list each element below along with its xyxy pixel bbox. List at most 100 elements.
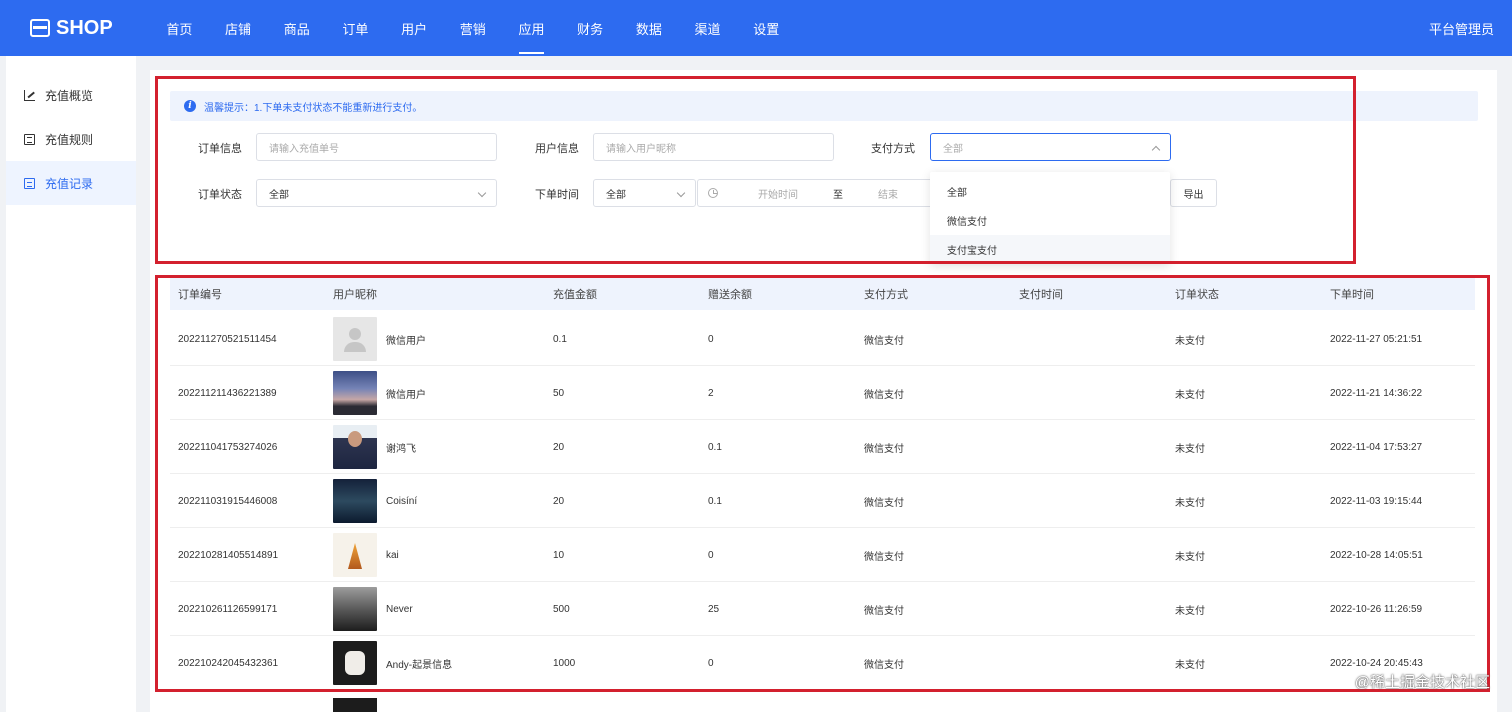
status-cell: 未支付	[1175, 335, 1205, 347]
pay-method-cell: 微信支付	[864, 551, 904, 563]
pay-method-select[interactable]: 全部	[930, 133, 1171, 161]
amount-cell: 1000	[553, 657, 576, 669]
pay-method-cell: 微信支付	[864, 605, 904, 617]
dropdown-option-alipay[interactable]: 支付宝支付	[930, 235, 1170, 264]
order-status-label: 订单状态	[198, 189, 242, 201]
nav-item-store[interactable]: 店铺	[209, 0, 268, 56]
column-header-pay-method[interactable]: 支付方式	[864, 278, 908, 310]
nav-item-marketing[interactable]: 营销	[443, 0, 502, 56]
nav-item-settings[interactable]: 设置	[737, 0, 796, 56]
avatar	[333, 479, 377, 523]
order-status-value: 全部	[269, 189, 289, 201]
order-no-cell: 202210261126599171	[178, 603, 278, 615]
column-header-pay-time[interactable]: 支付时间	[1019, 278, 1063, 310]
sidebar-item-recharge-overview[interactable]: 充值概览	[6, 73, 136, 117]
admin-user-menu[interactable]: 平台管理员	[1429, 0, 1494, 56]
status-cell: 未支付	[1175, 551, 1205, 563]
order-no-cell: 202211031915446008	[178, 495, 278, 507]
bonus-cell: 0.1	[708, 441, 722, 453]
amount-cell: 20	[553, 441, 565, 453]
order-time-range-select[interactable]: 全部	[593, 179, 696, 207]
watermark: @稀土掘金技术社区	[1354, 674, 1490, 691]
nav-item-finance[interactable]: 财务	[561, 0, 620, 56]
nav-item-products[interactable]: 商品	[267, 0, 326, 56]
top-header: SHOP 首页 店铺 商品 订单 用户 营销 应用 财务 数据 渠道 设置 平台…	[0, 0, 1512, 56]
column-header-order-no[interactable]: 订单编号	[178, 278, 222, 310]
amount-cell: 20	[553, 495, 565, 507]
info-icon: i	[184, 100, 196, 112]
start-time-placeholder: 开始时间	[758, 189, 798, 201]
avatar	[333, 317, 377, 361]
pay-method-dropdown: 全部 微信支付 支付宝支付	[930, 172, 1170, 264]
nav-item-channels[interactable]: 渠道	[678, 0, 737, 56]
avatar	[333, 587, 377, 631]
bonus-cell: 2	[708, 387, 714, 399]
nickname-text: kai	[386, 549, 399, 561]
column-header-status[interactable]: 订单状态	[1175, 278, 1219, 310]
status-cell: 未支付	[1175, 497, 1205, 509]
pay-method-cell: 微信支付	[864, 497, 904, 509]
table-header: 订单编号 用户昵称 充值金额 赠送余额 支付方式 支付时间 订单状态 下单时间	[170, 278, 1475, 310]
order-no-cell: 202211211436221389	[178, 387, 277, 399]
amount-cell: 50	[553, 387, 565, 399]
avatar	[333, 533, 377, 577]
tip-text: 温馨提示：1.下单未支付状态不能重新进行支付。	[204, 102, 423, 114]
table-row[interactable]: 202211031915446008 Coisíní 20 0.1 微信支付 未…	[170, 474, 1475, 528]
nav-item-orders[interactable]: 订单	[326, 0, 385, 56]
nickname-cell: 微信用户	[333, 366, 426, 420]
clock-icon	[708, 188, 718, 198]
pay-method-cell: 微信支付	[864, 389, 904, 401]
nickname-cell: Coisíní	[333, 474, 417, 528]
status-cell: 未支付	[1175, 389, 1205, 401]
nickname-cell: 谢鸿飞	[333, 420, 416, 474]
column-header-amount[interactable]: 充值金额	[553, 278, 597, 310]
dropdown-option-all[interactable]: 全部	[930, 177, 1170, 206]
order-no-cell: 202210242045432361	[178, 657, 279, 669]
nav-item-users[interactable]: 用户	[385, 0, 444, 56]
bonus-cell: 0.1	[708, 495, 722, 507]
table-row[interactable]: 202210281405514891 kai 10 0 微信支付 未支付 202…	[170, 528, 1475, 582]
table-row[interactable]: 202211041753274026 谢鸿飞 20 0.1 微信支付 未支付 2…	[170, 420, 1475, 474]
chevron-up-icon	[1151, 145, 1161, 155]
order-info-placeholder: 请输入充值单号	[269, 143, 339, 155]
date-range-picker[interactable]: 开始时间 至 结束	[697, 179, 937, 207]
bonus-cell: 0	[708, 657, 714, 669]
nav-item-apps[interactable]: 应用	[502, 0, 561, 56]
user-info-placeholder: 请输入用户昵称	[606, 143, 676, 155]
created-cell: 2022-11-21 14:36:22	[1330, 387, 1423, 399]
pay-method-cell: 微信支付	[864, 443, 904, 455]
column-header-bonus[interactable]: 赠送余额	[708, 278, 752, 310]
order-time-range-value: 全部	[606, 189, 626, 201]
dropdown-option-wechat[interactable]: 微信支付	[930, 206, 1170, 235]
status-cell: 未支付	[1175, 659, 1205, 671]
order-no-cell: 202211270521511454	[178, 333, 277, 345]
column-header-nickname[interactable]: 用户昵称	[333, 278, 377, 310]
nickname-cell: Never	[333, 582, 413, 636]
order-no-cell: 202211041753274026	[178, 441, 278, 453]
created-cell: 2022-11-03 19:15:44	[1330, 495, 1423, 507]
table-row[interactable]: 202210242045432361 Andy-起景信息 1000 0 微信支付…	[170, 636, 1475, 690]
nav-item-data[interactable]: 数据	[620, 0, 679, 56]
order-info-input[interactable]: 请输入充值单号	[256, 133, 497, 161]
range-separator: 至	[833, 189, 843, 201]
order-status-select[interactable]: 全部	[256, 179, 497, 207]
avatar	[333, 698, 377, 712]
brand-name: SHOP	[56, 16, 113, 39]
export-button[interactable]: 导出	[1170, 179, 1217, 207]
chevron-down-icon	[676, 188, 686, 198]
table-row[interactable]: 202211270521511454 微信用户 0.1 0 微信支付 未支付 2…	[170, 312, 1475, 366]
table-row[interactable]: 202210261126599171 Never 500 25 微信支付 未支付…	[170, 582, 1475, 636]
nickname-text: 微信用户	[386, 389, 426, 401]
table-row[interactable]: 202211211436221389 微信用户 50 2 微信支付 未支付 20…	[170, 366, 1475, 420]
brand-logo[interactable]: SHOP	[0, 0, 150, 56]
pay-method-cell: 微信支付	[864, 335, 904, 347]
sidebar-item-recharge-records[interactable]: 充值记录	[6, 161, 136, 205]
chart-line-icon	[24, 89, 35, 101]
nickname-text: 谢鸿飞	[386, 443, 416, 455]
user-info-input[interactable]: 请输入用户昵称	[593, 133, 834, 161]
column-header-created[interactable]: 下单时间	[1330, 278, 1374, 310]
sidebar-item-recharge-rules[interactable]: 充值规则	[6, 117, 136, 161]
nickname-cell: 微信用户	[333, 312, 426, 366]
nav-item-home[interactable]: 首页	[150, 0, 209, 56]
order-info-label: 订单信息	[198, 143, 242, 155]
